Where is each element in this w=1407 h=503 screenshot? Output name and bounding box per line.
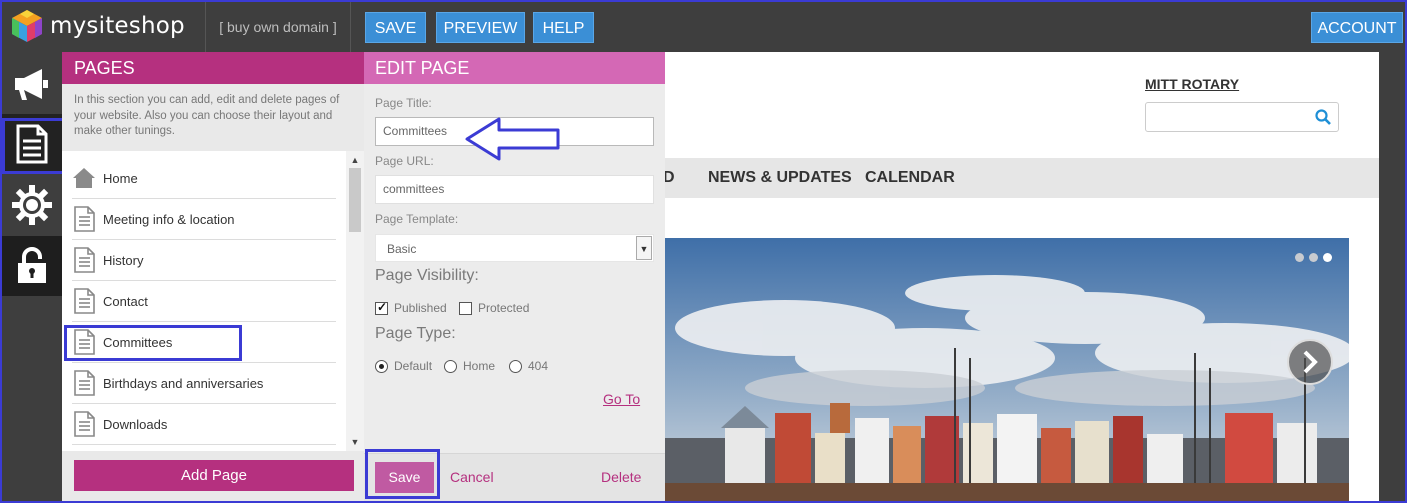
scroll-down-arrow-icon[interactable]: ▼ [346, 435, 364, 449]
home-icon [72, 165, 96, 191]
edit-page-title: EDIT PAGE [364, 52, 665, 84]
rail-marketing[interactable] [2, 54, 62, 114]
page-item-downloads[interactable]: Downloads [72, 404, 336, 445]
save-highlight-annotation [365, 449, 440, 499]
page-icon [72, 247, 96, 273]
page-item-meeting-info[interactable]: Meeting info & location [72, 199, 336, 240]
page-item-contact[interactable]: Contact [72, 281, 336, 322]
published-checkbox[interactable] [375, 300, 388, 315]
default-label: Default [394, 359, 433, 373]
hero-slider [665, 238, 1349, 501]
harbor-town-photo [665, 238, 1349, 501]
page-item-label: Contact [103, 293, 148, 309]
page-url-label: Page URL: [375, 154, 434, 168]
buy-domain-link[interactable]: [ buy own domain ] [205, 2, 351, 52]
page-item-history[interactable]: History [72, 240, 336, 281]
slider-dot-active[interactable] [1323, 253, 1332, 262]
cube-logo-icon [12, 10, 42, 42]
site-nav-news-updates[interactable]: NEWS & UPDATES [708, 169, 852, 187]
delete-page-button[interactable]: Delete [601, 469, 641, 485]
home-label: Home [463, 359, 496, 373]
page-item-birthdays[interactable]: Birthdays and anniversaries [72, 363, 336, 404]
page-icon [72, 206, 96, 232]
top-bar: mysiteshop [ buy own domain ] SAVE PREVI… [2, 2, 1405, 52]
page-template-value: Basic [387, 242, 417, 256]
scroll-up-arrow-icon[interactable]: ▲ [346, 153, 364, 167]
pages-panel-description: In this section you can add, edit and de… [62, 84, 364, 151]
preview-right-edge [1379, 52, 1405, 501]
help-button[interactable]: HELP [533, 12, 594, 43]
site-navigation: D NEWS & UPDATES CALENDAR [665, 158, 1379, 198]
website-preview: MITT ROTARY D NEWS & UPDATES CALENDAR [665, 52, 1379, 501]
save-button[interactable]: SAVE [365, 12, 426, 43]
page-item-label: Home [103, 170, 138, 186]
page-icon [72, 288, 96, 314]
page-item-label: Downloads [103, 416, 168, 432]
lock-icon [18, 247, 46, 283]
page-icon [72, 411, 96, 437]
app-window: mysiteshop [ buy own domain ] SAVE PREVI… [0, 0, 1407, 503]
published-label: Published [394, 301, 447, 315]
chevron-right-icon [1303, 350, 1318, 374]
chevron-down-icon[interactable]: ▼ [636, 236, 652, 260]
megaphone-icon [15, 69, 48, 100]
page-url-input[interactable]: committees [375, 175, 654, 204]
slider-dots [1295, 253, 1332, 262]
404-radio[interactable] [509, 359, 522, 373]
preview-button[interactable]: PREVIEW [436, 12, 525, 43]
type-default-option[interactable]: Default [375, 359, 432, 373]
page-type-label: Page Type: [375, 325, 456, 342]
pages-panel-title: PAGES [62, 52, 364, 84]
account-button[interactable]: ACCOUNT [1311, 12, 1403, 43]
search-icon[interactable] [1315, 109, 1331, 125]
rail-settings[interactable] [2, 175, 62, 235]
protected-checkbox[interactable] [459, 301, 472, 315]
type-home-option[interactable]: Home [444, 359, 495, 373]
add-page-button[interactable]: Add Page [74, 460, 354, 491]
page-list: Home Meeting info & location History Con… [62, 151, 346, 451]
page-item-label: History [103, 252, 144, 268]
site-search-input[interactable] [1145, 102, 1339, 132]
scrollbar-thumb[interactable] [349, 168, 361, 232]
type-404-option[interactable]: 404 [509, 359, 548, 373]
page-title-label: Page Title: [375, 96, 432, 110]
site-nav-item[interactable]: D [665, 169, 675, 187]
404-label: 404 [528, 359, 549, 373]
go-to-link[interactable]: Go To [603, 391, 640, 407]
page-item-home[interactable]: Home [72, 158, 336, 199]
page-list-scrollbar[interactable]: ▲ ▼ [346, 151, 364, 451]
gear-icon [12, 185, 52, 225]
rail-security[interactable] [2, 236, 62, 296]
page-item-label: Birthdays and anniversaries [103, 375, 264, 391]
protected-label: Protected [478, 301, 530, 315]
pages-panel-footer: Add Page [62, 451, 364, 501]
slider-dot[interactable] [1309, 253, 1318, 262]
page-item-label: Meeting info & location [103, 211, 235, 227]
visibility-published-option[interactable]: Published [375, 300, 447, 315]
page-template-label: Page Template: [375, 212, 459, 226]
left-arrow-annotation-icon [465, 117, 560, 161]
brand-logo[interactable]: mysiteshop [10, 8, 185, 44]
default-radio[interactable] [375, 359, 388, 373]
committees-highlight-annotation [64, 325, 242, 361]
page-icon [72, 370, 96, 396]
cancel-button[interactable]: Cancel [450, 469, 494, 485]
pages-panel: PAGES In this section you can add, edit … [62, 52, 364, 501]
site-title-link[interactable]: MITT ROTARY [1145, 76, 1239, 92]
slider-dot[interactable] [1295, 253, 1304, 262]
page-visibility-label: Page Visibility: [375, 267, 479, 284]
page-template-select[interactable]: Basic ▼ [375, 234, 654, 262]
home-radio[interactable] [444, 359, 457, 373]
slider-next-button[interactable] [1287, 339, 1333, 385]
visibility-protected-option[interactable]: Protected [459, 301, 529, 315]
site-nav-calendar[interactable]: CALENDAR [865, 169, 955, 187]
brand-name: mysiteshop [50, 13, 185, 39]
